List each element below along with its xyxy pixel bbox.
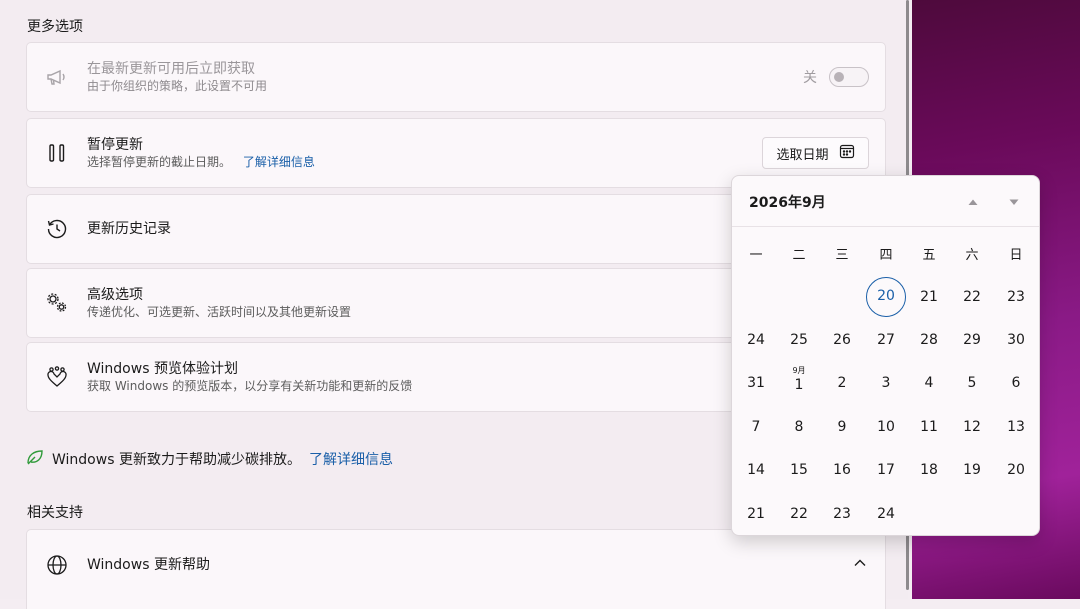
date-picker-flyout: 2026年9月 一二三四五六日 20 21 22 23 24 25 26 27 28 29 30 31 1… xyxy=(731,175,1040,536)
windows-update-help-card[interactable]: Windows 更新帮助 xyxy=(26,529,886,609)
calendar-icon xyxy=(839,143,855,163)
weekday-label: 一 xyxy=(749,248,763,263)
carbon-reduction-notice: Windows 更新致力于帮助减少碳排放。 了解详细信息 xyxy=(26,448,393,470)
card-subtitle: 获取 Windows 的预览版本，以分享有关新功能和更新的反馈 xyxy=(87,379,413,393)
month-start-tag: 9月 xyxy=(792,366,806,375)
calendar-day[interactable]: 11 xyxy=(909,407,949,447)
get-latest-updates-card: 在最新更新可用后立即获取 由于你组织的策略，此设置不可用 关 xyxy=(26,42,886,112)
calendar-day[interactable]: 4 xyxy=(909,363,949,403)
calendar-day[interactable]: 3 xyxy=(866,363,906,403)
calendar-day[interactable]: 24 xyxy=(866,494,906,534)
pick-date-button[interactable]: 选取日期 xyxy=(762,137,869,169)
card-title: 暂停更新 xyxy=(87,137,143,153)
card-title: Windows 预览体验计划 xyxy=(87,361,238,377)
calendar-day[interactable]: 12 xyxy=(952,407,992,447)
calendar-day[interactable]: 27 xyxy=(866,320,906,360)
toggle-state-label: 关 xyxy=(803,70,817,86)
pick-date-label: 选取日期 xyxy=(776,147,829,163)
calendar-day[interactable]: 28 xyxy=(909,320,949,360)
next-month-icon[interactable] xyxy=(1006,194,1022,210)
insider-hearts-icon xyxy=(45,365,69,389)
eco-learn-more-link[interactable]: 了解详细信息 xyxy=(309,449,393,469)
learn-more-link[interactable]: 了解详细信息 xyxy=(243,155,315,169)
calendar-day[interactable]: 24 xyxy=(736,320,776,360)
calendar-month-header[interactable]: 2026年9月 xyxy=(749,192,826,212)
calendar-day[interactable]: 30 xyxy=(996,320,1036,360)
section-title-more-options: 更多选项 xyxy=(27,19,83,35)
weekday-label: 三 xyxy=(835,248,849,263)
calendar-day[interactable]: 22 xyxy=(952,277,992,317)
calendar-day[interactable]: 8 xyxy=(779,407,819,447)
history-icon xyxy=(45,217,69,241)
chevron-up-icon[interactable] xyxy=(853,556,867,575)
card-title: 在最新更新可用后立即获取 xyxy=(87,61,255,77)
section-title-related-support: 相关支持 xyxy=(27,505,83,521)
calendar-day[interactable]: 15 xyxy=(779,450,819,490)
calendar-day[interactable]: 23 xyxy=(822,494,862,534)
card-subtitle: 传递优化、可选更新、活跃时间以及其他更新设置 xyxy=(87,305,352,319)
leaf-icon xyxy=(26,448,44,470)
calendar-divider xyxy=(732,226,1039,227)
eco-text: Windows 更新致力于帮助减少碳排放。 xyxy=(52,452,301,468)
weekday-label: 五 xyxy=(922,248,936,263)
card-title: Windows 更新帮助 xyxy=(87,557,210,573)
globe-icon xyxy=(45,553,69,577)
weekday-label: 二 xyxy=(792,248,806,263)
calendar-day[interactable]: 14 xyxy=(736,450,776,490)
calendar-day[interactable]: 26 xyxy=(822,320,862,360)
card-subtitle: 由于你组织的策略，此设置不可用 xyxy=(87,79,268,93)
calendar-day[interactable]: 19 xyxy=(952,450,992,490)
calendar-day[interactable]: 5 xyxy=(952,363,992,403)
calendar-day[interactable]: 17 xyxy=(866,450,906,490)
calendar-day[interactable]: 10 xyxy=(866,407,906,447)
card-subtitle: 选择暂停更新的截止日期。 xyxy=(87,155,232,169)
weekday-label: 日 xyxy=(1009,248,1023,263)
calendar-day[interactable]: 16 xyxy=(822,450,862,490)
card-title: 更新历史记录 xyxy=(87,221,171,237)
calendar-day[interactable]: 20 xyxy=(866,277,906,317)
calendar-day[interactable]: 29 xyxy=(952,320,992,360)
previous-month-icon[interactable] xyxy=(965,194,981,210)
get-latest-toggle xyxy=(829,67,869,87)
weekday-label: 四 xyxy=(879,248,893,263)
calendar-day[interactable]: 21 xyxy=(909,277,949,317)
calendar-day[interactable]: 25 xyxy=(779,320,819,360)
calendar-day[interactable]: 9 xyxy=(822,407,862,447)
card-title: 高级选项 xyxy=(87,287,143,303)
gears-icon xyxy=(45,291,69,315)
calendar-day[interactable]: 20 xyxy=(996,450,1036,490)
pause-icon xyxy=(45,141,69,165)
calendar-day[interactable]: 7 xyxy=(736,407,776,447)
calendar-day[interactable]: 23 xyxy=(996,277,1036,317)
calendar-day[interactable]: 18 xyxy=(909,450,949,490)
calendar-day[interactable]: 13 xyxy=(996,407,1036,447)
megaphone-icon xyxy=(45,65,69,89)
calendar-day[interactable]: 2 xyxy=(822,363,862,403)
calendar-day[interactable]: 21 xyxy=(736,494,776,534)
weekday-label: 六 xyxy=(965,248,979,263)
calendar-day[interactable]: 22 xyxy=(779,494,819,534)
calendar-day[interactable]: 6 xyxy=(996,363,1036,403)
calendar-day[interactable]: 31 xyxy=(736,363,776,403)
